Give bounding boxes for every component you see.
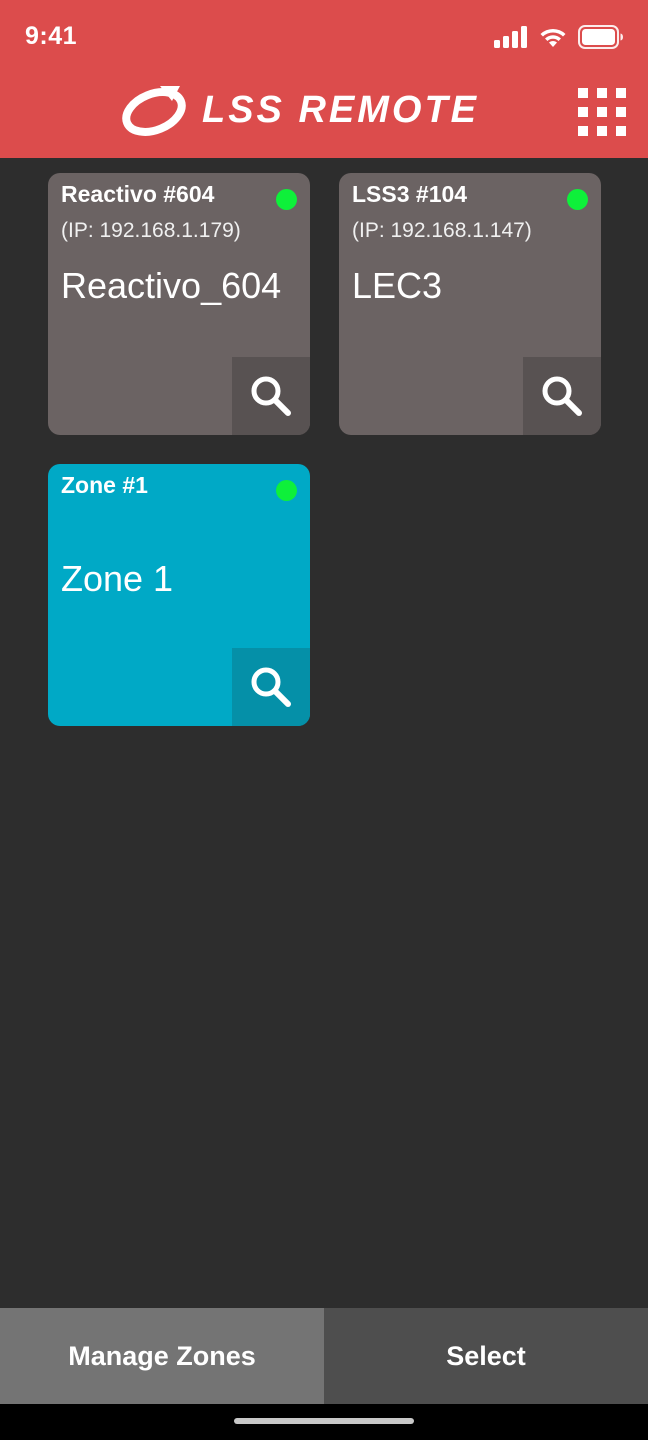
device-ip: (IP: 192.168.1.179) xyxy=(61,219,241,242)
bottom-action-bar: Manage Zones Select xyxy=(0,1308,648,1404)
zone-details-button[interactable] xyxy=(232,648,310,726)
status-icons xyxy=(494,24,624,50)
logo-swoosh-icon xyxy=(122,86,186,136)
app-header: 9:41 LSS REMOTE xyxy=(0,0,648,158)
battery-icon xyxy=(578,25,623,49)
device-ip: (IP: 192.168.1.147) xyxy=(352,219,532,242)
signal-icon xyxy=(494,26,527,48)
home-indicator[interactable] xyxy=(234,1418,414,1424)
online-status-dot xyxy=(276,480,297,501)
home-bar-area xyxy=(0,1404,648,1440)
device-title: Reactivo #604 xyxy=(61,181,215,207)
zone-name: Zone 1 xyxy=(61,558,174,599)
search-icon xyxy=(251,376,291,416)
search-icon xyxy=(542,376,582,416)
wifi-icon xyxy=(540,28,566,47)
online-status-dot xyxy=(567,189,588,210)
apps-menu-button[interactable] xyxy=(578,88,626,136)
device-card[interactable]: Reactivo #604 (IP: 192.168.1.179) Reacti… xyxy=(48,173,310,435)
device-details-button[interactable] xyxy=(232,357,310,435)
online-status-dot xyxy=(276,189,297,210)
brand-logo: LSS REMOTE xyxy=(120,80,479,140)
zone-card[interactable]: Zone #1 Zone 1 xyxy=(48,464,310,726)
manage-zones-button[interactable]: Manage Zones xyxy=(0,1308,324,1404)
device-name: Reactivo_604 xyxy=(61,265,282,306)
zone-title: Zone #1 xyxy=(61,472,148,498)
search-icon xyxy=(251,667,291,707)
device-details-button[interactable] xyxy=(523,357,601,435)
select-button[interactable]: Select xyxy=(324,1308,648,1404)
device-card[interactable]: LSS3 #104 (IP: 192.168.1.147) LEC3 xyxy=(339,173,601,435)
device-title: LSS3 #104 xyxy=(352,181,468,207)
grid-icon xyxy=(578,88,626,136)
brand-name: LSS REMOTE xyxy=(202,88,480,131)
status-time: 9:41 xyxy=(25,22,78,50)
device-name: LEC3 xyxy=(352,265,443,306)
